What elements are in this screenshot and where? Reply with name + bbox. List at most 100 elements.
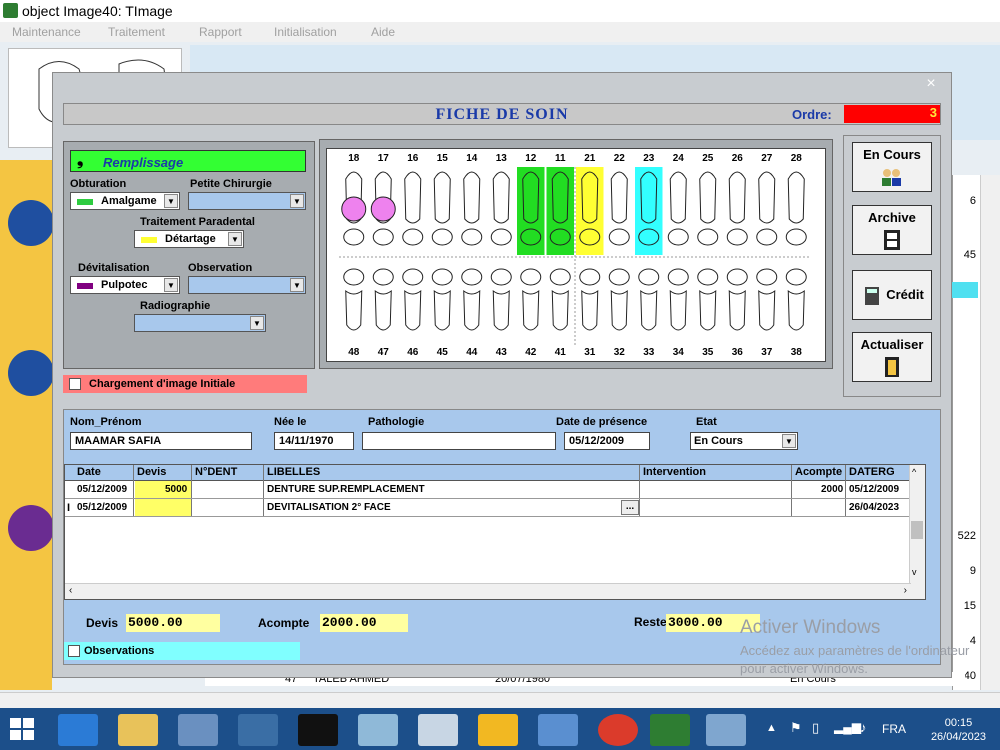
tooth-number-14[interactable]: 14: [466, 153, 478, 164]
ie-icon[interactable]: [58, 714, 98, 746]
archive-button[interactable]: Archive: [852, 205, 932, 255]
etat-select[interactable]: En Cours ▼: [690, 432, 798, 450]
tooth-number-35[interactable]: 35: [702, 347, 714, 358]
tooth-occlusal-28[interactable]: [785, 228, 807, 246]
tooth-41[interactable]: [551, 289, 569, 331]
tooth-16[interactable]: [404, 171, 422, 224]
computer-icon[interactable]: [178, 714, 218, 746]
chevron-down-icon[interactable]: ▼: [164, 278, 178, 292]
dental-chart[interactable]: 18 17 16 15 14 13 12 11 21 22 23 24 25 26 27 28 48 47 46 45…: [326, 148, 826, 362]
tooth-number-22[interactable]: 22: [614, 153, 626, 164]
tooth-occlusal-17[interactable]: [372, 228, 394, 246]
tooth-number-28[interactable]: 28: [791, 153, 803, 164]
chevron-up-icon[interactable]: ^: [912, 467, 916, 477]
col-libelles[interactable]: LIBELLES: [267, 466, 320, 478]
tooth-35[interactable]: [699, 289, 717, 331]
tooth-26[interactable]: [728, 171, 746, 224]
tooth-occlusal-41[interactable]: [549, 268, 571, 286]
tooth-occlusal-48[interactable]: [343, 268, 365, 286]
language-indicator[interactable]: FRA: [882, 722, 906, 736]
tooth-48[interactable]: [345, 289, 363, 331]
col-acompte[interactable]: Acompte: [795, 466, 842, 478]
paint-icon[interactable]: [418, 714, 458, 746]
tooth-number-41[interactable]: 41: [555, 347, 567, 358]
menu-aide[interactable]: Aide: [371, 25, 395, 39]
background-hscrollbar[interactable]: [0, 692, 1000, 708]
tooth-occlusal-37[interactable]: [756, 268, 778, 286]
chevron-down-icon[interactable]: v: [912, 567, 917, 577]
tooth-number-34[interactable]: 34: [673, 347, 685, 358]
tooth-number-12[interactable]: 12: [525, 153, 537, 164]
terminal-icon[interactable]: [298, 714, 338, 746]
petite-chirurgie-select[interactable]: ▼: [188, 192, 306, 210]
tooth-fill-17[interactable]: [370, 196, 396, 222]
tooth-occlusal-42[interactable]: [520, 268, 542, 286]
tooth-highlight-11[interactable]: [546, 167, 575, 255]
tooth-number-48[interactable]: 48: [348, 347, 360, 358]
tooth-42[interactable]: [522, 289, 540, 331]
menu-traitement[interactable]: Traitement: [108, 25, 165, 39]
tooth-46[interactable]: [404, 289, 422, 331]
disc-icon[interactable]: [8, 505, 54, 551]
tooth-47[interactable]: [374, 289, 392, 331]
tooth-occlusal-16[interactable]: [402, 228, 424, 246]
tooth-occlusal-44[interactable]: [461, 268, 483, 286]
tooth-number-42[interactable]: 42: [525, 347, 537, 358]
app-icon[interactable]: [238, 714, 278, 746]
winrar-icon[interactable]: [478, 714, 518, 746]
tooth-25[interactable]: [699, 171, 717, 224]
tooth-highlight-23[interactable]: [635, 167, 663, 255]
tooth-number-27[interactable]: 27: [761, 153, 773, 164]
folder-icon[interactable]: [118, 714, 158, 746]
disc-icon[interactable]: [8, 200, 54, 246]
chevron-down-icon[interactable]: ▼: [164, 194, 178, 208]
close-button[interactable]: ×: [919, 75, 943, 93]
credit-button[interactable]: Crédit: [852, 270, 932, 320]
volume-icon[interactable]: ♪: [860, 720, 867, 735]
window-icon[interactable]: [706, 714, 746, 746]
tooth-occlusal-35[interactable]: [697, 268, 719, 286]
tooth-number-32[interactable]: 32: [614, 347, 626, 358]
tooth-number-23[interactable]: 23: [643, 153, 655, 164]
tooth-36[interactable]: [728, 289, 746, 331]
chargement-bar[interactable]: Chargement d'image Initiale: [63, 375, 307, 393]
tooth-number-17[interactable]: 17: [378, 153, 390, 164]
windows-start-icon[interactable]: [10, 718, 34, 740]
teeth-chart-svg[interactable]: 18 17 16 15 14 13 12 11 21 22 23 24 25 26 27 28 48 47 46 45…: [327, 149, 825, 361]
date-presence-field[interactable]: 05/12/2009: [564, 432, 650, 450]
tooth-occlusal-43[interactable]: [490, 268, 512, 286]
remplissage-bar[interactable]: ❟ Remplissage: [70, 150, 306, 172]
chrome-icon[interactable]: [598, 714, 638, 746]
tooth-number-33[interactable]: 33: [643, 347, 655, 358]
tooth-occlusal-36[interactable]: [726, 268, 748, 286]
pathologie-field[interactable]: [362, 432, 556, 450]
table-row[interactable]: 05/12/2009 5000 DENTURE SUP.REMPLACEMENT…: [65, 481, 911, 499]
tooth-number-46[interactable]: 46: [407, 347, 419, 358]
col-intervention[interactable]: Intervention: [643, 466, 706, 478]
tooth-number-15[interactable]: 15: [437, 153, 449, 164]
tooth-number-13[interactable]: 13: [496, 153, 508, 164]
tooth-occlusal-15[interactable]: [431, 228, 453, 246]
en-cours-button[interactable]: En Cours: [852, 142, 932, 192]
tooth-number-45[interactable]: 45: [437, 347, 449, 358]
tooth-fill-18[interactable]: [341, 196, 367, 222]
chevron-down-icon[interactable]: ▼: [290, 194, 304, 208]
observation-select[interactable]: ▼: [188, 276, 306, 294]
tooth-number-18[interactable]: 18: [348, 153, 360, 164]
tooth-occlusal-26[interactable]: [726, 228, 748, 246]
col-daterg[interactable]: DATERG: [849, 466, 895, 478]
tooth-33[interactable]: [640, 289, 658, 331]
tooth-occlusal-27[interactable]: [756, 228, 778, 246]
observations-checkbox[interactable]: [68, 645, 80, 657]
chevron-right-icon[interactable]: ›: [904, 585, 907, 596]
devitalisation-select[interactable]: Pulpotec ▼: [70, 276, 180, 294]
col-devis[interactable]: Devis: [137, 466, 166, 478]
col-ndent[interactable]: N°DENT: [195, 466, 237, 478]
tooth-occlusal-32[interactable]: [608, 268, 630, 286]
tooth-number-36[interactable]: 36: [732, 347, 744, 358]
tooth-number-25[interactable]: 25: [702, 153, 714, 164]
tooth-number-37[interactable]: 37: [761, 347, 773, 358]
tooth-occlusal-18[interactable]: [343, 228, 365, 246]
menu-rapport[interactable]: Rapport: [199, 25, 242, 39]
tooth-number-11[interactable]: 11: [555, 153, 566, 164]
